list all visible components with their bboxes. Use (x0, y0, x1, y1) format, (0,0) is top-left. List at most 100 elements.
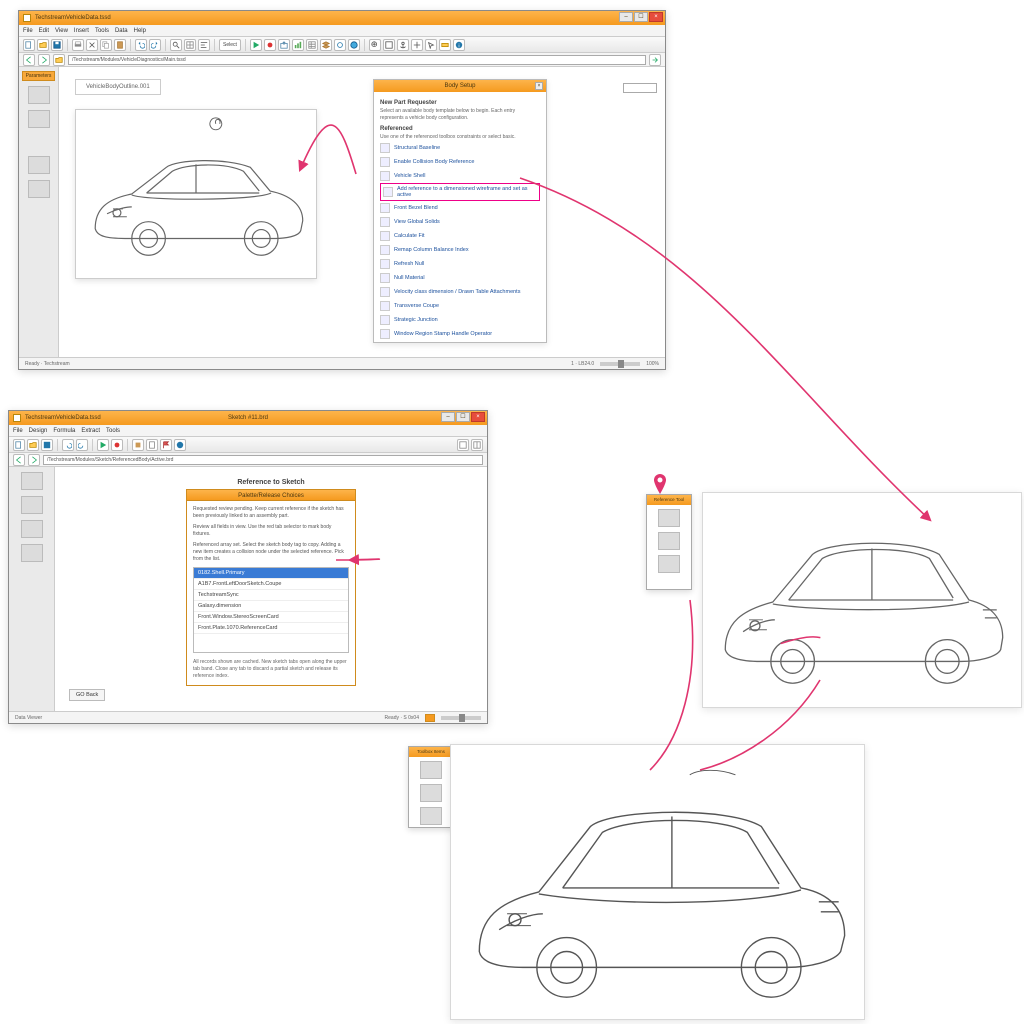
menu-formula[interactable]: Formula (53, 428, 75, 434)
nav-fwd-icon[interactable] (38, 54, 50, 66)
palette-body-icon[interactable] (658, 532, 680, 550)
tb-rec-icon[interactable] (264, 39, 276, 51)
address-input[interactable]: /Techstream/Modules/Sketch/ReferencedBod… (43, 455, 483, 465)
menu-insert[interactable]: Insert (74, 28, 89, 34)
palette-header[interactable]: Toolbox Items (409, 747, 453, 757)
tp-item-window-region[interactable]: Window Region Stamp Handle Operator (380, 327, 540, 341)
tb-info-icon[interactable]: i (453, 39, 465, 51)
nav-folder-icon[interactable] (53, 54, 65, 66)
menu-design[interactable]: Design (29, 428, 48, 434)
sidebar-tab-parameters[interactable]: Parameters (22, 71, 55, 81)
map-pin-icon[interactable] (653, 474, 667, 494)
titlebar[interactable]: TechstreamVehicleData.tssd – ☐ × (19, 11, 665, 25)
tb-globe-icon[interactable] (348, 39, 360, 51)
tp-item-calculate-fit[interactable]: Calculate Fit (380, 229, 540, 243)
palette-grid-icon[interactable] (658, 509, 680, 527)
tp-item-remap[interactable]: Remap Column Balance Index (380, 243, 540, 257)
tb-cut-icon[interactable] (86, 39, 98, 51)
list-item[interactable]: Front.Plate.1070.ReferenceCard (194, 623, 348, 634)
sidebar-view-icon[interactable] (21, 472, 43, 490)
sidebar-props-icon[interactable] (28, 180, 50, 198)
tb-paste-icon[interactable] (114, 39, 126, 51)
tb-new-icon[interactable] (13, 439, 25, 451)
tb-zoom-icon[interactable] (369, 39, 381, 51)
tb-ins-icon[interactable] (132, 439, 144, 451)
tb-anchor-icon[interactable] (397, 39, 409, 51)
tb-chart-icon[interactable] (292, 39, 304, 51)
list-item[interactable]: A1B7.FrontLeftDoorSketch.Coupe (194, 579, 348, 590)
crossover-canvas[interactable] (450, 744, 865, 1020)
tb-save-icon[interactable] (51, 39, 63, 51)
tb-redo-icon[interactable] (149, 39, 161, 51)
tb-undo-icon[interactable] (135, 39, 147, 51)
tb-redo-icon[interactable] (76, 439, 88, 451)
list-item[interactable]: 0182.Shell.Primary (194, 568, 348, 579)
list-item[interactable]: Front.Window.StereoScreenCard (194, 612, 348, 623)
palette-body-icon[interactable] (420, 784, 442, 802)
tb-grid-icon[interactable] (184, 39, 196, 51)
menu-help[interactable]: Help (134, 28, 146, 34)
tb-doc-icon[interactable] (146, 439, 158, 451)
vehicle-canvas[interactable] (75, 109, 317, 279)
list-item[interactable]: TechstreamSync (194, 590, 348, 601)
palette-grid-icon[interactable] (420, 761, 442, 779)
minimize-button[interactable]: – (441, 412, 455, 422)
sidebar-slice-icon[interactable] (28, 156, 50, 174)
tb-flag-icon[interactable] (160, 439, 172, 451)
document-tab[interactable]: VehicleBodyOutline.001 (75, 79, 161, 95)
task-panel-header[interactable]: Body Setup × (374, 80, 546, 92)
tb-help-icon[interactable] (174, 439, 186, 451)
titlebar[interactable]: TechstreamVehicleData.tssd Sketch #11.br… (9, 411, 487, 425)
tp-item-transverse[interactable]: Transverse Coupe (380, 299, 540, 313)
zoom-thumb[interactable] (618, 360, 624, 368)
reference-tool-palette[interactable]: Reference Tool (646, 494, 692, 590)
maximize-button[interactable]: ☐ (634, 12, 648, 22)
dialog-list[interactable]: 0182.Shell.Primary A1B7.FrontLeftDoorSke… (193, 567, 349, 653)
toolbox-palette[interactable]: Toolbox Items (408, 746, 454, 828)
maximize-button[interactable]: ☐ (456, 412, 470, 422)
tb-align-icon[interactable] (198, 39, 210, 51)
minimize-button[interactable]: – (619, 12, 633, 22)
sidebar-layers-icon[interactable] (28, 110, 50, 128)
tb-pan-icon[interactable] (411, 39, 423, 51)
menu-file[interactable]: File (13, 428, 23, 434)
tp-item-velocity[interactable]: Velocity class dimension / Drawn Table A… (380, 285, 540, 299)
tb-play-icon[interactable] (250, 39, 262, 51)
go-back-button[interactable]: GO Back (69, 689, 105, 701)
tb-new-icon[interactable] (23, 39, 35, 51)
zoom-thumb[interactable] (459, 714, 465, 722)
tb-table-icon[interactable] (306, 39, 318, 51)
tb-open-icon[interactable] (27, 439, 39, 451)
tp-item-global-solids[interactable]: View Global Solids (380, 215, 540, 229)
sidebar-view-icon[interactable] (28, 86, 50, 104)
close-button[interactable]: × (471, 412, 485, 422)
sidebar-props-icon[interactable] (21, 544, 43, 562)
menu-view[interactable]: View (55, 28, 68, 34)
nav-go-icon[interactable] (649, 54, 661, 66)
sidebar-layers-icon[interactable] (21, 520, 43, 538)
tp-item-collision-body[interactable]: Enable Collision Body Reference (380, 155, 540, 169)
task-panel-close-icon[interactable]: × (535, 82, 543, 90)
menu-tools[interactable]: Tools (95, 28, 109, 34)
tb-panel-toggle-icon[interactable] (457, 439, 469, 451)
menu-data[interactable]: Data (115, 28, 128, 34)
tb-copy-icon[interactable] (100, 39, 112, 51)
tb-search-icon[interactable] (170, 39, 182, 51)
palette-link-icon[interactable] (658, 555, 680, 573)
tb-export-icon[interactable] (278, 39, 290, 51)
tp-item-structural-baseline[interactable]: Structural Baseline (380, 141, 540, 155)
tp-item-refresh-null[interactable]: Refresh Null (380, 257, 540, 271)
menu-edit[interactable]: Edit (39, 28, 49, 34)
nav-fwd-icon[interactable] (28, 454, 40, 466)
palette-link-icon[interactable] (420, 807, 442, 825)
menu-tools[interactable]: Tools (106, 428, 120, 434)
menu-file[interactable]: File (23, 28, 33, 34)
tb-undo-icon[interactable] (62, 439, 74, 451)
tp-item-strategic[interactable]: Strategic Junction (380, 313, 540, 327)
palette-header[interactable]: Reference Tool (647, 495, 691, 505)
tb-open-icon[interactable] (37, 39, 49, 51)
suv-canvas[interactable] (702, 492, 1022, 708)
tp-item-front-bezel[interactable]: Front Bezel Blend (380, 201, 540, 215)
address-input[interactable]: /Techstream/Modules/VehicleDiagnostics/M… (68, 55, 646, 65)
tb-layers-icon[interactable] (320, 39, 332, 51)
